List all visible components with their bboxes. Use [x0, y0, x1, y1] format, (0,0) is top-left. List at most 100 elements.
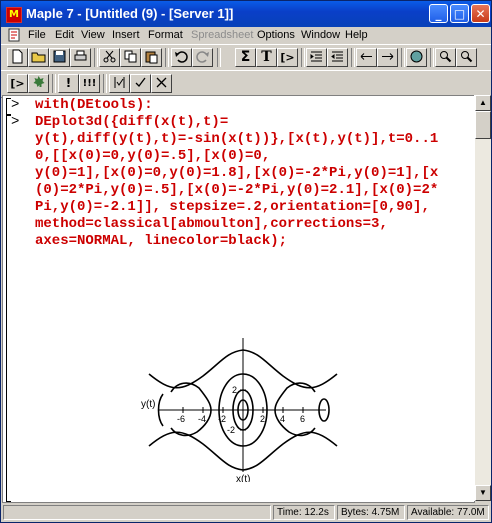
undo-button[interactable]: [171, 48, 192, 67]
copy-button[interactable]: [120, 48, 141, 67]
zoom-in-button[interactable]: [456, 48, 477, 67]
redo-icon: [196, 51, 209, 63]
save-button[interactable]: [49, 48, 70, 67]
context-toolbar: [> ! !!!: [1, 70, 491, 98]
cross-icon: [156, 77, 167, 88]
title-bar[interactable]: M Maple 7 - [Untitled (9) - [Server 1]] …: [1, 1, 491, 27]
code-line: y(t),diff(y(t),t)=-sin(x(t))},[x(t),y(t)…: [35, 131, 439, 147]
document-icon[interactable]: [7, 28, 21, 42]
scroll-up-button[interactable]: ▲: [475, 95, 491, 111]
format-check-button[interactable]: [109, 74, 130, 93]
menu-view[interactable]: View: [81, 29, 105, 41]
code-line: y(0)=1],[x(0)=0,y(0)=1.8],[x(0)=-2*Pi,y(…: [35, 165, 439, 181]
execution-group-bracket[interactable]: [6, 115, 11, 502]
svg-text:2: 2: [232, 385, 237, 395]
menu-help[interactable]: Help: [345, 29, 368, 41]
minimize-button[interactable]: _: [429, 4, 448, 23]
open-folder-icon: [31, 52, 46, 63]
menu-file[interactable]: File: [28, 29, 46, 41]
execute-button[interactable]: !: [58, 74, 79, 93]
maple-leaf-icon: [33, 76, 45, 87]
redo-button[interactable]: [192, 48, 213, 67]
print-button[interactable]: [70, 48, 91, 67]
menu-spreadsheet[interactable]: Spreadsheet: [191, 29, 253, 41]
insert-text-button[interactable]: T: [256, 48, 277, 67]
indent-icon: [310, 51, 322, 62]
toolbar-separator: [165, 48, 169, 67]
code-line: 0,[[x(0)=0,y(0)=.5],[x(0)=0,: [35, 148, 271, 164]
maple-input-button[interactable]: [>: [7, 74, 28, 93]
toolbar-separator: [103, 74, 107, 93]
scissors-icon: [103, 50, 116, 63]
back-button[interactable]: [356, 48, 377, 67]
outdent-icon: [331, 51, 343, 62]
x-axis-label: x(t): [236, 474, 250, 482]
outdent-section-button[interactable]: [327, 48, 348, 67]
toolbar-separator: [301, 48, 305, 67]
execute-all-button[interactable]: !!!: [79, 74, 100, 93]
svg-text:2: 2: [260, 414, 265, 424]
status-available: Available: 77.0M: [407, 505, 489, 520]
stop-button[interactable]: [406, 48, 427, 67]
open-file-button[interactable]: [28, 48, 49, 67]
vertical-scrollbar[interactable]: ▲ ▼: [474, 95, 491, 501]
status-bytes: Bytes: 4.75M: [337, 505, 405, 520]
maximize-button[interactable]: □: [450, 4, 469, 23]
scroll-down-button[interactable]: ▼: [475, 485, 491, 501]
deplot3d-command[interactable]: DEplot3d({diff(x(t),t)= y(t),diff(y(t),t…: [35, 114, 438, 250]
new-file-button[interactable]: [7, 48, 28, 67]
svg-text:-4: -4: [198, 414, 206, 424]
close-button[interactable]: ✕: [471, 4, 490, 23]
code-line: (0)=2*Pi,y(0)=.5],[x(0)=-2*Pi,y(0)=2.1],…: [35, 182, 439, 198]
maple-leaf-button[interactable]: [28, 74, 49, 93]
phase-portrait-plot[interactable]: y(t) x(t) -6 -4 -2 2 4 6 2 -2: [141, 332, 341, 482]
menu-format[interactable]: Format: [148, 29, 183, 41]
worksheet-area[interactable]: > with(DEtools): > DEplot3d({diff(x(t),t…: [2, 95, 475, 503]
svg-text:-2: -2: [227, 425, 235, 435]
accept-button[interactable]: [130, 74, 151, 93]
menu-window[interactable]: Window: [301, 29, 340, 41]
zoom-out-button[interactable]: [435, 48, 456, 67]
maple-app-icon[interactable]: M: [6, 7, 22, 23]
input-prompt: >: [11, 97, 20, 113]
window-title: Maple 7 - [Untitled (9) - [Server 1]]: [26, 6, 234, 21]
menu-insert[interactable]: Insert: [112, 29, 140, 41]
svg-text:-6: -6: [177, 414, 185, 424]
arrow-left-icon: [360, 53, 372, 60]
reject-button[interactable]: [151, 74, 172, 93]
menu-options[interactable]: Options: [257, 29, 295, 41]
paste-button[interactable]: [141, 48, 162, 67]
toolbar-separator: [94, 48, 98, 67]
clipboard-icon: [145, 51, 158, 64]
svg-text:4: 4: [280, 414, 285, 424]
insert-prompt-button[interactable]: [>: [277, 48, 298, 67]
status-time: Time: 12.2s: [273, 505, 335, 520]
insert-math-button[interactable]: Σ: [235, 48, 256, 67]
copy-icon: [124, 50, 137, 63]
code-line: Pi,y(0)=-2.1]], stepsize=.2,orientation=…: [35, 199, 430, 215]
toolbar-separator: [217, 48, 221, 67]
code-line: DEplot3d({diff(x(t),t)=: [35, 114, 229, 130]
maple-input-line[interactable]: with(DEtools):: [35, 97, 153, 114]
toolbar-separator: [401, 48, 405, 67]
scroll-thumb[interactable]: [475, 111, 491, 139]
input-prompt: >: [11, 114, 20, 130]
undo-icon: [175, 51, 188, 63]
save-disk-icon: [53, 50, 66, 63]
toolbar-separator: [52, 74, 56, 93]
cut-button[interactable]: [99, 48, 120, 67]
y-axis-label: y(t): [141, 399, 155, 410]
magnifier-icon: [440, 51, 452, 63]
check-icon: [135, 77, 146, 87]
status-message: [3, 505, 271, 520]
svg-text:6: 6: [300, 414, 305, 424]
forward-button[interactable]: [377, 48, 398, 67]
indent-section-button[interactable]: [306, 48, 327, 67]
maple-window: M Maple 7 - [Untitled (9) - [Server 1]] …: [0, 0, 492, 523]
svg-text:-2: -2: [218, 414, 226, 424]
toolbar-separator: [351, 48, 355, 67]
menu-edit[interactable]: Edit: [55, 29, 74, 41]
magnifier-plus-icon: [461, 51, 473, 63]
check-bracket-icon: [114, 77, 125, 88]
code-line: axes=NORMAL, linecolor=black);: [35, 233, 288, 249]
